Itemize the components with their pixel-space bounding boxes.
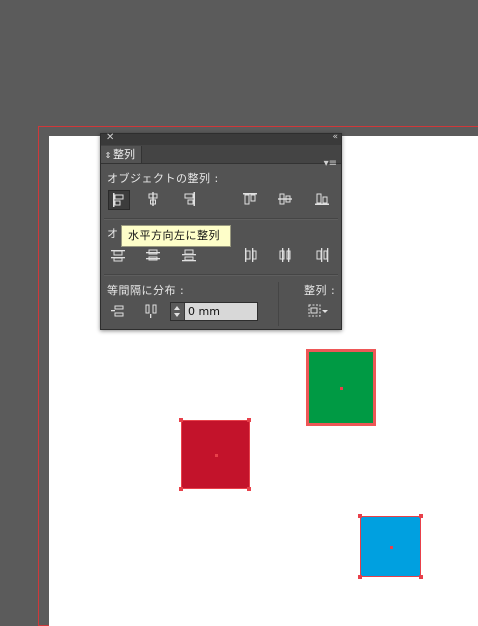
blue-square[interactable] [360,516,421,577]
panel-tabbar: ⇕ 整列 ▾≡ [101,145,341,169]
center-point [340,386,343,390]
distribute-vertical-center-icon[interactable] [143,246,165,266]
center-point [389,545,393,549]
section-title-distribute-spacing: 等間隔に分布 : [107,284,185,297]
tab-label: 整列 [113,148,135,161]
spacing-value-input[interactable] [185,303,257,320]
distribute-vertical-space-icon[interactable] [108,302,130,322]
align-horizontal-center-icon[interactable] [143,190,165,210]
section-title-align-objects: オブジェクトの整列 : [107,172,219,185]
selection-handle[interactable] [419,575,423,579]
distribute-top-icon[interactable] [108,246,130,266]
distribute-left-icon[interactable] [240,246,262,266]
panel-menu-icon[interactable]: ▾≡ [324,158,337,169]
selection-handle[interactable] [179,418,183,422]
align-vertical-center-icon[interactable] [275,190,297,210]
selection-handle[interactable] [247,487,251,491]
divider [104,218,338,220]
expand-arrows-icon[interactable]: ⇕ [103,147,113,164]
align-bottom-icon[interactable] [312,190,334,210]
selection-handle[interactable] [247,418,251,422]
selection-handle[interactable] [358,575,362,579]
close-icon[interactable]: ✕ [106,132,114,143]
stepper-arrows-icon[interactable] [171,303,185,320]
selection-handle[interactable] [179,487,183,491]
divider [104,274,338,276]
distribute-bottom-icon[interactable] [179,246,201,266]
selection-handle[interactable] [419,514,423,518]
selection-handle[interactable] [358,514,362,518]
vertical-divider [278,282,279,326]
section-title-distribute-objects: オ [107,227,119,240]
collapse-icon[interactable]: « [332,132,337,142]
distribute-right-icon[interactable] [312,246,334,266]
spacing-stepper[interactable] [170,302,258,321]
tooltip: 水平方向左に整列 [121,225,231,247]
distribute-horizontal-center-icon[interactable] [275,246,297,266]
center-point [214,453,218,457]
green-square-key-object[interactable] [306,349,376,426]
red-square[interactable] [181,420,250,489]
align-top-icon[interactable] [240,190,262,210]
tab-align[interactable]: ⇕ 整列 [101,146,142,163]
align-left-icon[interactable] [108,190,130,210]
panel-titlebar[interactable]: ✕ « [101,132,341,145]
section-title-align-to: 整列 : [304,284,336,297]
align-right-icon[interactable] [179,190,201,210]
align-to-selection-icon[interactable] [305,302,333,322]
distribute-horizontal-space-icon[interactable] [141,302,163,322]
